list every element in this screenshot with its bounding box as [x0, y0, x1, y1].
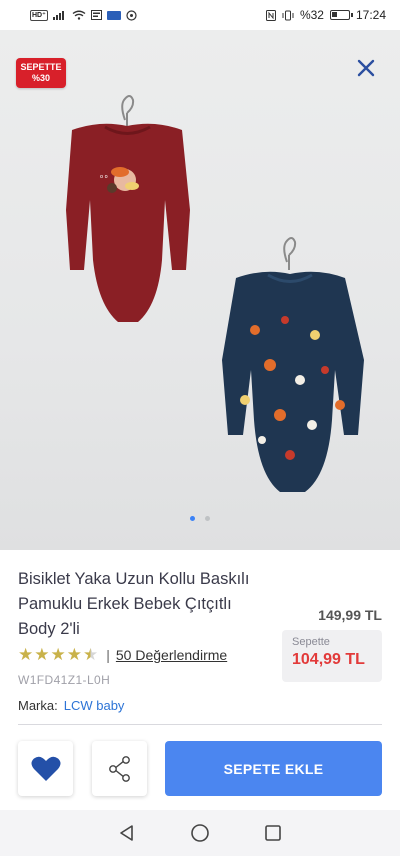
hanger-icon	[283, 237, 297, 270]
rating-stars: ★ ★ ★ ★ ★	[18, 646, 98, 664]
recents-square-icon	[265, 825, 282, 841]
product-image-gallery[interactable]: o o SEPETTE %30	[0, 30, 400, 550]
brand-link[interactable]: LCW baby	[64, 698, 125, 713]
cart-price-box: Sepette 104,99 TL	[282, 630, 382, 682]
battery-percent: %32	[299, 8, 324, 22]
nfc-icon	[265, 9, 276, 21]
action-bar: SEPETE EKLE	[0, 730, 400, 810]
rating-row: ★ ★ ★ ★ ★ | 50 Değerlendirme	[18, 646, 227, 664]
gallery-pagination	[0, 516, 400, 521]
vibrate-icon	[282, 10, 294, 20]
product-info: Bisiklet Yaka Uzun Kollu Baskılı Pamuklu…	[0, 550, 400, 730]
svg-text:o o: o o	[100, 174, 108, 180]
status-left: HD⁺	[30, 9, 137, 21]
status-right: %32 17:24	[265, 8, 386, 22]
rating-separator: |	[106, 647, 110, 663]
close-button[interactable]	[354, 56, 378, 80]
favorite-button[interactable]	[18, 741, 73, 796]
app-notification-icon	[106, 10, 121, 20]
discount-badge-line2: %30	[31, 73, 50, 83]
heart-icon	[31, 756, 60, 781]
pagination-dot[interactable]	[190, 516, 195, 521]
status-bar: HD⁺ %32 17:24	[0, 0, 400, 30]
red-bodysuit: o o	[66, 123, 190, 322]
cart-price-label: Sepette	[292, 636, 330, 648]
discount-badge-line1: SEPETTE	[20, 62, 62, 72]
back-button[interactable]	[115, 821, 139, 845]
signal-icon	[52, 11, 64, 20]
product-sku: W1FD41Z1-L0H	[18, 673, 111, 687]
product-title: Bisiklet Yaka Uzun Kollu Baskılı Pamuklu…	[18, 570, 250, 638]
share-icon	[108, 755, 130, 782]
discount-badge: SEPETTE %30	[16, 58, 66, 88]
brand-label: Marka:	[18, 698, 58, 713]
pagination-dot[interactable]	[205, 516, 210, 521]
reviews-link[interactable]: 50 Değerlendirme	[116, 647, 227, 663]
back-triangle-icon	[119, 825, 133, 841]
add-to-cart-button[interactable]: SEPETE EKLE	[165, 741, 382, 796]
close-icon	[357, 59, 375, 77]
star-icon: ★	[34, 645, 50, 664]
star-icon: ★	[66, 645, 82, 664]
recents-button[interactable]	[261, 821, 285, 845]
star-icon: ★	[18, 645, 34, 664]
brand-row: Marka: LCW baby	[18, 698, 124, 713]
hanger-icon	[121, 95, 135, 126]
wifi-icon	[72, 10, 86, 20]
star-icon: ★	[50, 645, 66, 664]
system-nav-bar	[0, 810, 400, 856]
navy-bodysuit	[222, 271, 364, 492]
notification-box-icon	[90, 10, 102, 20]
clock: 17:24	[355, 8, 386, 22]
product-image: o o	[66, 95, 364, 492]
home-circle-icon	[191, 824, 209, 842]
battery-icon	[329, 10, 353, 20]
share-button[interactable]	[92, 741, 147, 796]
star-icon: ★	[83, 645, 99, 664]
hd-icon: HD⁺	[30, 9, 48, 21]
whatsapp-icon	[126, 9, 137, 21]
original-price: 149,99 TL	[318, 607, 382, 623]
cart-price: 104,99 TL	[292, 651, 365, 668]
home-button[interactable]	[188, 821, 212, 845]
divider	[18, 724, 382, 725]
